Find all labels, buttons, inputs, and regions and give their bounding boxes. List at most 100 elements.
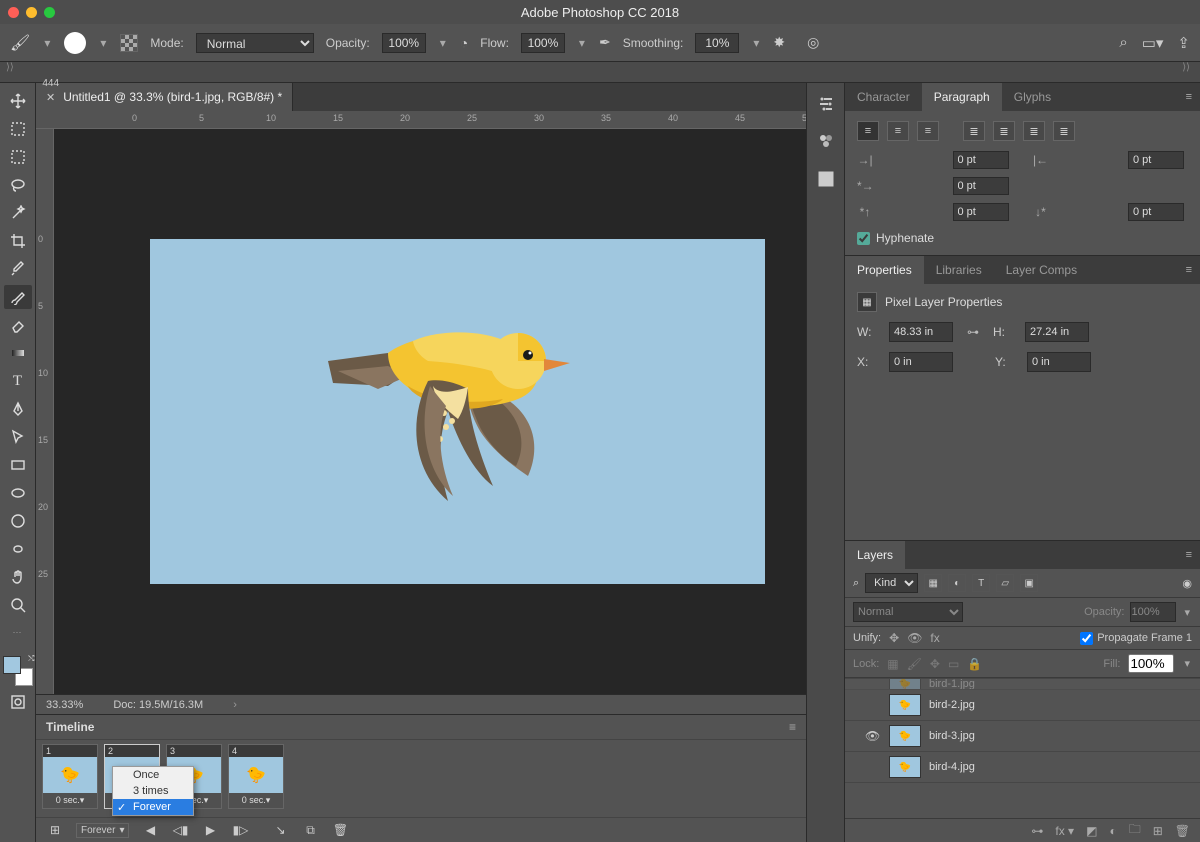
character-tab[interactable]: Character [845, 83, 922, 111]
justify-left-button[interactable]: ≣ [963, 121, 985, 141]
first-line-input[interactable] [953, 177, 1009, 195]
hyphenate-checkbox[interactable]: Hyphenate [857, 231, 1188, 245]
layer-opacity-input[interactable] [1130, 602, 1176, 622]
doc-size-info[interactable]: Doc: 19.5M/16.3M [113, 699, 203, 711]
propagate-input[interactable] [1080, 632, 1093, 645]
type-tool[interactable]: T [4, 369, 32, 393]
new-layer-icon[interactable]: ⊞ [1153, 824, 1163, 838]
layers-tab[interactable]: Layers [845, 541, 905, 569]
status-chevron-icon[interactable]: › [233, 699, 237, 711]
smoothing-chevron-icon[interactable]: ▾ [751, 36, 761, 50]
frame-delay[interactable]: 0 sec.▾ [229, 793, 283, 808]
polygon-tool[interactable] [4, 509, 32, 533]
search-icon[interactable]: ⌕ [1119, 34, 1127, 52]
loop-select[interactable]: Forever▾ [76, 823, 129, 838]
workspace-icon[interactable]: ▭▾ [1142, 34, 1164, 52]
eyedropper-tool[interactable] [4, 257, 32, 281]
canvas[interactable] [54, 129, 806, 694]
lock-position-icon[interactable]: ✥ [930, 657, 940, 671]
libraries-tab[interactable]: Libraries [924, 256, 994, 284]
swatches-icon[interactable] [818, 133, 834, 153]
layer-mask-icon[interactable]: ◩ [1086, 824, 1097, 838]
propagate-checkbox[interactable]: Propagate Frame 1 [1080, 632, 1192, 645]
zoom-level[interactable]: 33.33% [46, 699, 83, 711]
smoothing-input[interactable] [695, 33, 739, 53]
layer-comps-tab[interactable]: Layer Comps [994, 256, 1089, 284]
group-icon[interactable]: 🗀 [1129, 820, 1141, 841]
gradient-tool[interactable] [4, 341, 32, 365]
close-window-button[interactable] [8, 7, 19, 18]
quick-mask-tool[interactable] [4, 690, 32, 714]
filter-smart-icon[interactable]: ▣ [1020, 574, 1038, 592]
ellipse-tool[interactable] [4, 481, 32, 505]
document-tab[interactable]: ✕ Untitled1 @ 33.3% (bird-1.jpg, RGB/8#)… [36, 83, 293, 111]
filter-search-icon[interactable]: ⌕ [853, 577, 859, 590]
swap-colors-icon[interactable]: ⤭ [28, 654, 34, 664]
lasso-tool[interactable] [4, 173, 32, 197]
duplicate-frame-icon[interactable]: ⧉ [301, 823, 319, 838]
link-layers-icon[interactable]: ⊶ [1031, 824, 1043, 838]
paragraph-tab[interactable]: Paragraph [922, 83, 1002, 111]
pressure-opacity-icon[interactable]: ◔ [460, 35, 468, 51]
artboard-tool[interactable] [4, 117, 32, 141]
brush-preset-chevron-icon[interactable]: ▾ [42, 36, 52, 50]
layer-row[interactable]: 🐤bird-1.jpg [845, 678, 1200, 690]
indent-left-input[interactable] [953, 151, 1009, 169]
properties-menu-icon[interactable]: ≡ [1178, 264, 1200, 276]
expand-panels-icon[interactable]: ⟩⟩ [1176, 62, 1200, 82]
convert-timeline-icon[interactable]: ⊞ [46, 823, 64, 837]
adjustments-icon[interactable] [818, 95, 834, 115]
timeline-frame[interactable]: 4🐤0 sec.▾ [228, 744, 284, 809]
layer-row[interactable]: 🐤bird-4.jpg [845, 752, 1200, 783]
filter-kind-select[interactable]: Kind [865, 573, 918, 593]
next-frame-button[interactable]: ▮▷ [231, 823, 249, 837]
magic-wand-tool[interactable] [4, 201, 32, 225]
tween-icon[interactable]: ↘ [271, 823, 289, 837]
adjustment-layer-icon[interactable]: ◐ [1109, 824, 1116, 838]
brush-tool-icon[interactable]: 🖌 [10, 33, 30, 53]
maximize-window-button[interactable] [44, 7, 55, 18]
layer-name[interactable]: bird-4.jpg [929, 761, 975, 773]
opacity-chevron-icon[interactable]: ▾ [438, 36, 448, 50]
link-wh-icon[interactable]: ⊶ [967, 325, 979, 339]
loop-option[interactable]: Once [113, 767, 193, 783]
filter-type-icon[interactable]: T [972, 574, 990, 592]
align-center-button[interactable]: ≡ [887, 121, 909, 141]
lock-transparent-icon[interactable]: ▦ [887, 657, 898, 671]
loop-option[interactable]: 3 times [113, 783, 193, 799]
layers-menu-icon[interactable]: ≡ [1178, 549, 1200, 561]
layer-name[interactable]: bird-2.jpg [929, 699, 975, 711]
eraser-tool[interactable] [4, 313, 32, 337]
delete-frame-icon[interactable]: 🗑 [331, 823, 349, 837]
space-before-input[interactable] [953, 203, 1009, 221]
timeline-menu-icon[interactable]: ≡ [789, 720, 796, 734]
properties-tab[interactable]: Properties [845, 256, 924, 284]
loop-option[interactable]: Forever [113, 799, 193, 815]
layer-fx-icon[interactable]: fx ▾ [1055, 824, 1074, 838]
lock-image-icon[interactable]: 🖌 [907, 657, 922, 671]
filter-toggle-icon[interactable]: ◉ [1182, 577, 1192, 590]
layer-name[interactable]: bird-1.jpg [929, 678, 975, 690]
brush-tool[interactable] [4, 285, 32, 309]
y-input[interactable] [1027, 352, 1091, 372]
filter-shape-icon[interactable]: ▱ [996, 574, 1014, 592]
pen-tool[interactable] [4, 397, 32, 421]
paragraph-menu-icon[interactable]: ≡ [1178, 91, 1200, 103]
layer-name[interactable]: bird-3.jpg [929, 730, 975, 742]
play-button[interactable]: ▶ [201, 823, 219, 837]
smoothing-options-icon[interactable]: ✸ [773, 34, 785, 51]
frame-delay[interactable]: 0 sec.▾ [43, 793, 97, 808]
zoom-tool[interactable] [4, 593, 32, 617]
flow-input[interactable] [521, 33, 565, 53]
lock-all-icon[interactable]: 🔒 [967, 657, 982, 671]
share-icon[interactable]: ⇪ [1177, 34, 1190, 52]
rectangle-tool[interactable] [4, 453, 32, 477]
justify-right-button[interactable]: ≣ [1023, 121, 1045, 141]
hyphenate-input[interactable] [857, 232, 870, 245]
hand-tool[interactable] [4, 565, 32, 589]
unify-style-icon[interactable]: fx [930, 631, 939, 645]
marquee-tool[interactable] [4, 145, 32, 169]
lock-artboard-icon[interactable]: ▭ [948, 657, 959, 671]
x-input[interactable] [889, 352, 953, 372]
horizontal-ruler[interactable]: 05101520253035404550 [36, 111, 806, 129]
